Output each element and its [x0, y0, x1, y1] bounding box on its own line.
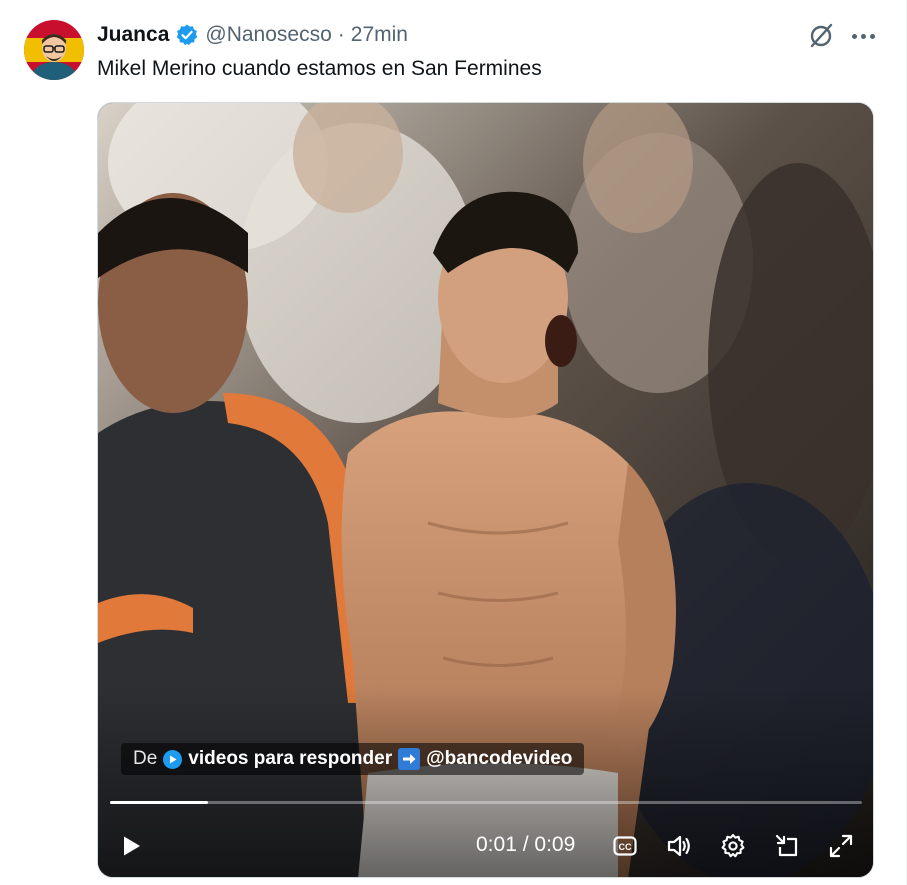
more-icon[interactable]	[848, 21, 878, 51]
play-icon[interactable]	[116, 831, 146, 861]
duration: 0:09	[534, 833, 576, 856]
video-caption[interactable]: De videos para responder @bancodevideo	[121, 743, 585, 775]
caption-source: videos para responder	[188, 748, 393, 769]
verified-badge-icon[interactable]	[175, 23, 199, 47]
user-handle[interactable]: @Nanosecso	[205, 23, 331, 47]
header-separator: ·	[337, 23, 345, 46]
tweet-header: Juanca @Nanosecso · 27min	[97, 20, 408, 50]
video-progress-fill	[110, 801, 208, 804]
captions-icon[interactable]: CC	[610, 831, 640, 861]
play-circle-icon	[163, 749, 183, 769]
video-timecode: 0:01 / 0:09	[476, 833, 575, 857]
tweet-text: Mikel Merino cuando estamos en San Fermi…	[97, 57, 542, 80]
fullscreen-icon[interactable]	[826, 831, 856, 861]
user-name[interactable]: Juanca	[97, 23, 169, 47]
time-separator: /	[522, 833, 529, 856]
video-progress-bar[interactable]	[110, 801, 862, 804]
svg-text:CC: CC	[619, 842, 632, 852]
arrow-right-icon	[398, 748, 421, 770]
caption-prefix: De	[133, 748, 158, 769]
video-controls: 0:01 / 0:09 CC	[98, 823, 873, 869]
settings-icon[interactable]	[718, 831, 748, 861]
avatar[interactable]	[24, 20, 84, 80]
volume-icon[interactable]	[664, 831, 694, 861]
tweet-timestamp[interactable]: 27min	[351, 23, 408, 47]
caption-credit: @bancodevideo	[426, 748, 573, 769]
current-time: 0:01	[476, 833, 517, 856]
picture-in-picture-icon[interactable]	[772, 831, 802, 861]
video-player[interactable]: De videos para responder @bancodevideo 0…	[97, 102, 874, 878]
tweet[interactable]: Juanca @Nanosecso · 27min Mikel Merino c…	[0, 0, 907, 885]
grok-icon[interactable]	[806, 21, 836, 51]
